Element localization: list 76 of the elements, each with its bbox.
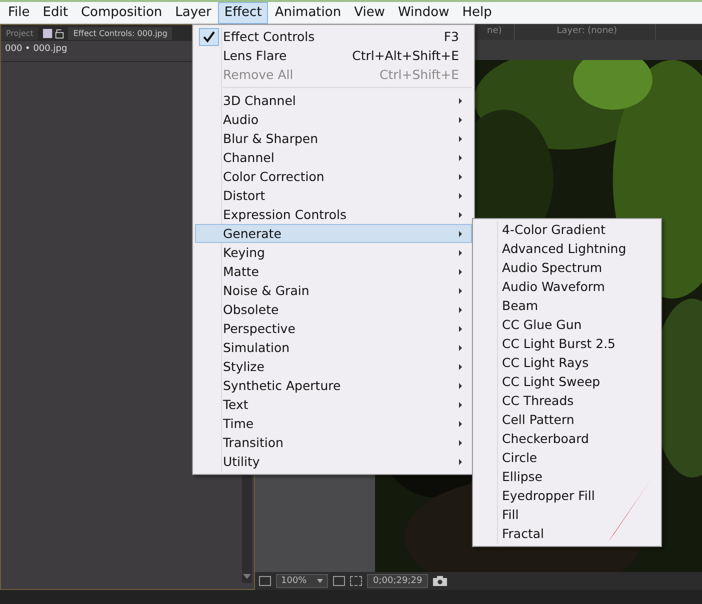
submenu-arrow-icon xyxy=(459,458,462,464)
menu-item[interactable]: Color Correction xyxy=(195,167,472,186)
submenu-arrow-icon xyxy=(459,116,462,122)
menu-item[interactable]: Time xyxy=(195,414,472,433)
lock-icon[interactable] xyxy=(43,28,66,38)
mask-icon[interactable] xyxy=(350,576,362,586)
menu-item[interactable]: Fractal xyxy=(475,524,659,543)
menu-item[interactable]: Noise & Grain xyxy=(195,281,472,300)
submenu-arrow-icon xyxy=(459,420,462,426)
submenu-arrow-icon xyxy=(459,344,462,350)
menu-item[interactable]: Audio xyxy=(195,110,472,129)
menu-item[interactable]: CC Light Sweep xyxy=(475,372,659,391)
menu-item[interactable]: CC Light Burst 2.5 xyxy=(475,334,659,353)
camera-icon[interactable] xyxy=(433,576,448,586)
menu-bar-item[interactable]: Animation xyxy=(268,2,348,24)
menu-item[interactable]: Matte xyxy=(195,262,472,281)
submenu-arrow-icon xyxy=(459,288,462,294)
menu-item[interactable]: Expression Controls xyxy=(195,205,472,224)
menu-item[interactable]: Simulation xyxy=(195,338,472,357)
menu-item[interactable]: Fill xyxy=(475,505,659,524)
menu-item[interactable]: Eyedropper Fill xyxy=(475,486,659,505)
caret-icon xyxy=(317,579,323,583)
submenu-arrow-icon xyxy=(459,192,462,198)
menu-item[interactable]: Ellipse xyxy=(475,467,659,486)
submenu-arrow-icon xyxy=(459,402,462,408)
menu-item[interactable]: CC Glue Gun xyxy=(475,315,659,334)
region-icon[interactable] xyxy=(259,576,271,586)
menu-bar-item[interactable]: Effect xyxy=(218,2,268,24)
menu-item[interactable]: Transition xyxy=(195,433,472,452)
menu-item[interactable]: 4-Color Gradient xyxy=(475,220,659,239)
submenu-arrow-icon xyxy=(459,154,462,160)
menu-item[interactable]: Stylize xyxy=(195,357,472,376)
menu-item[interactable]: Blur & Sharpen xyxy=(195,129,472,148)
menu-bar-item[interactable]: Composition xyxy=(74,2,168,24)
zoom-dropdown[interactable]: 100% xyxy=(276,574,328,588)
menu-item[interactable]: Audio Spectrum xyxy=(475,258,659,277)
submenu-arrow-icon xyxy=(459,230,462,236)
menu-item[interactable]: CC Threads xyxy=(475,391,659,410)
menu-item[interactable]: Obsolete xyxy=(195,300,472,319)
menu-item[interactable]: Beam xyxy=(475,296,659,315)
submenu-arrow-icon xyxy=(459,306,462,312)
menu-item[interactable]: Audio Waveform xyxy=(475,277,659,296)
menu-item[interactable]: Generate xyxy=(195,224,472,243)
submenu-arrow-icon xyxy=(459,268,462,274)
submenu-arrow-icon xyxy=(459,364,462,370)
menu-item[interactable]: Cell Pattern xyxy=(475,410,659,429)
menu-bar-item[interactable]: Layer xyxy=(169,2,218,24)
menu-item[interactable]: 3D Channel xyxy=(195,91,472,110)
menu-bar-item[interactable]: Help xyxy=(456,2,498,24)
panel-tab[interactable]: Effect Controls: 000.jpg xyxy=(68,26,172,40)
menu-bar-item[interactable]: Edit xyxy=(36,2,74,24)
submenu-arrow-icon xyxy=(459,98,462,104)
panel-tab[interactable]: Project xyxy=(1,26,38,40)
menu-item[interactable]: Perspective xyxy=(195,319,472,338)
menu-item[interactable]: CC Light Rays xyxy=(475,353,659,372)
submenu-arrow-icon xyxy=(459,382,462,388)
timecode-field[interactable]: 0;00;29;29 xyxy=(367,574,428,588)
menu-item[interactable]: Synthetic Aperture xyxy=(195,376,472,395)
menu-item[interactable]: Advanced Lightning xyxy=(475,239,659,258)
submenu-arrow-icon xyxy=(459,250,462,256)
menu-bar-item[interactable]: Window xyxy=(392,2,456,24)
menu-item[interactable]: Keying xyxy=(195,243,472,262)
submenu-arrow-icon xyxy=(459,212,462,218)
menu-item[interactable]: Channel xyxy=(195,148,472,167)
menu-bar-item[interactable]: View xyxy=(348,2,391,24)
menu-bar-item[interactable]: File xyxy=(2,2,36,24)
menu-item[interactable]: Circle xyxy=(475,448,659,467)
grid-icon[interactable] xyxy=(333,576,345,586)
submenu-arrow-icon xyxy=(459,326,462,332)
submenu-arrow-icon xyxy=(459,174,462,180)
menu-item[interactable]: Distort xyxy=(195,186,472,205)
menu-item[interactable]: Checkerboard xyxy=(475,429,659,448)
menu-item[interactable]: Text xyxy=(195,395,472,414)
submenu-arrow-icon xyxy=(459,136,462,142)
submenu-arrow-icon xyxy=(459,440,462,446)
menu-item[interactable]: Utility xyxy=(195,452,472,471)
